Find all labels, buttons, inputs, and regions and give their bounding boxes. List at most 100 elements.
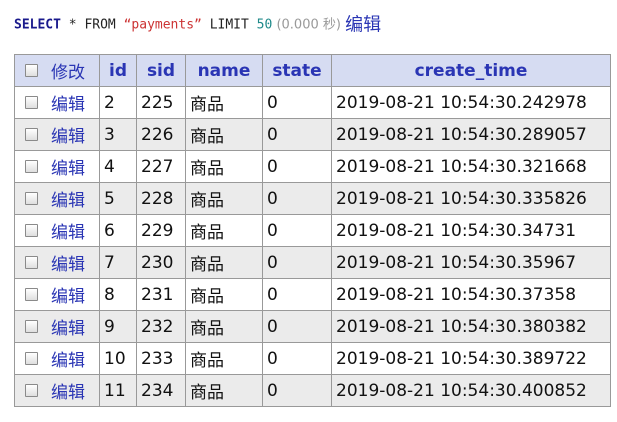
cell-name: 商品 xyxy=(185,214,263,247)
cell-id: 2 xyxy=(99,86,137,119)
row-edit-link[interactable]: 编辑 xyxy=(51,255,85,275)
cell-id: 6 xyxy=(99,214,137,247)
row-select-cell: 编辑 xyxy=(14,182,100,215)
cell-name: 商品 xyxy=(185,278,263,311)
table-row: 编辑 8 231 商品 0 2019-08-21 10:54:30.37358 xyxy=(14,278,611,311)
cell-sid: 232 xyxy=(136,310,186,343)
cell-sid: 230 xyxy=(136,246,186,279)
row-edit-link[interactable]: 编辑 xyxy=(51,95,85,115)
query-timing: (0.000 秒) xyxy=(272,17,346,33)
row-select-cell: 编辑 xyxy=(14,86,100,119)
cell-create-time: 2019-08-21 10:54:30.400852 xyxy=(331,374,611,407)
cell-name: 商品 xyxy=(185,374,263,407)
cell-state: 0 xyxy=(262,310,332,343)
cell-name: 商品 xyxy=(185,182,263,215)
table-row: 编辑 11 234 商品 0 2019-08-21 10:54:30.400852 xyxy=(14,374,611,407)
cell-state: 0 xyxy=(262,246,332,279)
cell-id: 4 xyxy=(99,150,137,183)
cell-create-time: 2019-08-21 10:54:30.34731 xyxy=(331,214,611,247)
cell-name: 商品 xyxy=(185,246,263,279)
header-select-cell: 修改 xyxy=(14,54,100,87)
table-header-row: 修改 id sid name state create_time xyxy=(14,54,611,87)
cell-state: 0 xyxy=(262,374,332,407)
results-table: 修改 id sid name state create_time 编辑 2 225 商… xyxy=(14,54,611,407)
row-edit-link[interactable]: 编辑 xyxy=(51,319,85,339)
cell-id: 10 xyxy=(99,342,137,375)
table-row: 编辑 7 230 商品 0 2019-08-21 10:54:30.35967 xyxy=(14,246,611,279)
cell-name: 商品 xyxy=(185,310,263,343)
edit-query-link[interactable]: 编辑 xyxy=(345,15,381,36)
cell-name: 商品 xyxy=(185,150,263,183)
column-header-sid[interactable]: sid xyxy=(136,54,186,87)
cell-id: 5 xyxy=(99,182,137,215)
cell-name: 商品 xyxy=(185,86,263,119)
row-checkbox[interactable] xyxy=(25,288,38,301)
table-row: 编辑 2 225 商品 0 2019-08-21 10:54:30.242978 xyxy=(14,86,611,119)
table-row: 编辑 9 232 商品 0 2019-08-21 10:54:30.380382 xyxy=(14,310,611,343)
cell-state: 0 xyxy=(262,182,332,215)
column-header-id[interactable]: id xyxy=(99,54,137,87)
column-header-create-time[interactable]: create_time xyxy=(331,54,611,87)
row-checkbox[interactable] xyxy=(25,320,38,333)
table-row: 编辑 10 233 商品 0 2019-08-21 10:54:30.389722 xyxy=(14,342,611,375)
row-select-cell: 编辑 xyxy=(14,246,100,279)
row-checkbox[interactable] xyxy=(25,256,38,269)
cell-state: 0 xyxy=(262,342,332,375)
cell-state: 0 xyxy=(262,118,332,151)
row-edit-link[interactable]: 编辑 xyxy=(51,287,85,307)
cell-create-time: 2019-08-21 10:54:30.335826 xyxy=(331,182,611,215)
row-select-cell: 编辑 xyxy=(14,214,100,247)
cell-sid: 231 xyxy=(136,278,186,311)
cell-id: 3 xyxy=(99,118,137,151)
row-select-cell: 编辑 xyxy=(14,118,100,151)
row-edit-link[interactable]: 编辑 xyxy=(51,191,85,211)
cell-sid: 225 xyxy=(136,86,186,119)
row-edit-link[interactable]: 编辑 xyxy=(51,223,85,243)
cell-create-time: 2019-08-21 10:54:30.380382 xyxy=(331,310,611,343)
cell-create-time: 2019-08-21 10:54:30.35967 xyxy=(331,246,611,279)
row-checkbox[interactable] xyxy=(25,160,38,173)
sql-limit-keyword: LIMIT xyxy=(201,17,257,33)
row-checkbox[interactable] xyxy=(25,352,38,365)
sql-query-line: SELECT * FROM “payments” LIMIT 50 (0.000… xyxy=(14,13,381,37)
cell-sid: 228 xyxy=(136,182,186,215)
sql-from-clause: * FROM xyxy=(60,17,124,33)
cell-name: 商品 xyxy=(185,118,263,151)
row-edit-link[interactable]: 编辑 xyxy=(51,159,85,179)
cell-sid: 226 xyxy=(136,118,186,151)
row-edit-link[interactable]: 编辑 xyxy=(51,127,85,147)
row-select-cell: 编辑 xyxy=(14,310,100,343)
row-select-cell: 编辑 xyxy=(14,278,100,311)
cell-id: 9 xyxy=(99,310,137,343)
table-row: 编辑 5 228 商品 0 2019-08-21 10:54:30.335826 xyxy=(14,182,611,215)
table-row: 编辑 3 226 商品 0 2019-08-21 10:54:30.289057 xyxy=(14,118,611,151)
table-row: 编辑 4 227 商品 0 2019-08-21 10:54:30.321668 xyxy=(14,150,611,183)
modify-header: 修改 xyxy=(51,63,85,83)
row-checkbox[interactable] xyxy=(25,224,38,237)
cell-create-time: 2019-08-21 10:54:30.321668 xyxy=(331,150,611,183)
sql-select-keyword: SELECT xyxy=(14,17,61,33)
cell-create-time: 2019-08-21 10:54:30.242978 xyxy=(331,86,611,119)
row-edit-link[interactable]: 编辑 xyxy=(51,383,85,403)
row-checkbox[interactable] xyxy=(25,96,38,109)
sql-limit-value: 50 xyxy=(256,17,273,33)
column-header-name[interactable]: name xyxy=(185,54,263,87)
row-select-cell: 编辑 xyxy=(14,374,100,407)
cell-create-time: 2019-08-21 10:54:30.389722 xyxy=(331,342,611,375)
cell-sid: 234 xyxy=(136,374,186,407)
table-row: 编辑 6 229 商品 0 2019-08-21 10:54:30.34731 xyxy=(14,214,611,247)
row-select-cell: 编辑 xyxy=(14,342,100,375)
cell-create-time: 2019-08-21 10:54:30.289057 xyxy=(331,118,611,151)
cell-name: 商品 xyxy=(185,342,263,375)
row-edit-link[interactable]: 编辑 xyxy=(51,351,85,371)
column-header-state[interactable]: state xyxy=(262,54,332,87)
select-all-checkbox[interactable] xyxy=(25,64,38,77)
cell-create-time: 2019-08-21 10:54:30.37358 xyxy=(331,278,611,311)
cell-sid: 233 xyxy=(136,342,186,375)
cell-sid: 227 xyxy=(136,150,186,183)
row-checkbox[interactable] xyxy=(25,192,38,205)
cell-id: 7 xyxy=(99,246,137,279)
cell-state: 0 xyxy=(262,278,332,311)
row-checkbox[interactable] xyxy=(25,384,38,397)
row-checkbox[interactable] xyxy=(25,128,38,141)
